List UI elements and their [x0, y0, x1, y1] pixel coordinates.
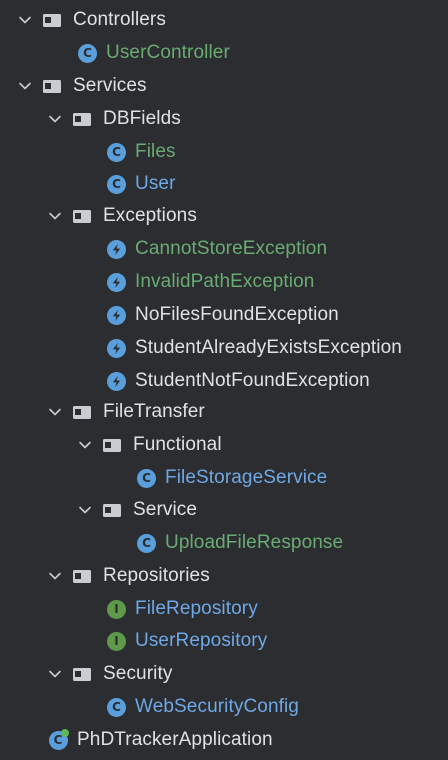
lightning-icon: [107, 371, 126, 391]
interface-icon: I: [107, 599, 126, 619]
tree-node-security[interactable]: Security: [44, 659, 172, 689]
folder-icon: [72, 565, 94, 587]
folder-icon: [72, 401, 94, 423]
lightning-icon: [107, 305, 126, 325]
tree-node-filetransfer[interactable]: FileTransfer: [44, 397, 205, 427]
tree-node-label: UserController: [106, 42, 230, 63]
class-icon: C: [107, 142, 126, 162]
class-icon: C: [137, 468, 156, 488]
lightning-icon: [107, 239, 126, 259]
tree-node-label: PhDTrackerApplication: [77, 729, 273, 750]
tree-node-filerepository[interactable]: I FileRepository: [107, 594, 258, 624]
tree-node-nofilesfoundexception[interactable]: NoFilesFoundException: [107, 300, 339, 330]
tree-node-invalidpathexception[interactable]: InvalidPathException: [107, 267, 314, 297]
tree-node-studentalreadyexistsexception[interactable]: StudentAlreadyExistsException: [107, 333, 402, 363]
folder-icon: [72, 663, 94, 685]
tree-node-service[interactable]: Service: [74, 495, 197, 525]
folder-icon: [72, 108, 94, 130]
tree-node-functional[interactable]: Functional: [74, 430, 222, 460]
tree-node-userrepository[interactable]: I UserRepository: [107, 626, 267, 656]
tree-node-uploadfileresponse[interactable]: C UploadFileResponse: [137, 528, 343, 558]
chevron-down-icon[interactable]: [44, 663, 66, 685]
tree-node-phdtrackerapplication[interactable]: C PhDTrackerApplication: [47, 725, 273, 755]
tree-node-label: Repositories: [103, 565, 210, 586]
tree-node-label: Functional: [133, 434, 222, 455]
chevron-down-icon[interactable]: [74, 434, 96, 456]
run-indicator-icon: [61, 729, 69, 737]
tree-node-services[interactable]: Services: [14, 71, 147, 101]
class-icon: C: [137, 533, 156, 553]
chevron-down-icon[interactable]: [44, 108, 66, 130]
folder-icon: [72, 205, 94, 227]
folder-icon: [42, 9, 64, 31]
lightning-icon: [107, 272, 126, 292]
tree-node-label: UploadFileResponse: [165, 532, 344, 553]
chevron-down-icon[interactable]: [44, 205, 66, 227]
tree-node-label: DBFields: [103, 108, 181, 129]
tree-node-label: Services: [73, 75, 147, 96]
tree-node-label: FileStorageService: [165, 467, 328, 488]
tree-node-studentnotfoundexception[interactable]: StudentNotFoundException: [107, 366, 370, 396]
tree-node-label: Controllers: [73, 9, 166, 30]
tree-node-exceptions[interactable]: Exceptions: [44, 201, 197, 231]
project-tree: Controllers C UserController Services DB…: [0, 0, 448, 760]
tree-node-label: UserRepository: [135, 630, 268, 651]
class-icon: C: [107, 697, 126, 717]
tree-node-label: Security: [103, 663, 173, 684]
tree-node-repositories[interactable]: Repositories: [44, 561, 210, 591]
tree-node-label: FileRepository: [135, 598, 258, 619]
chevron-down-icon[interactable]: [14, 9, 36, 31]
chevron-down-icon[interactable]: [44, 565, 66, 587]
class-icon: C: [78, 43, 97, 63]
lightning-icon: [107, 338, 126, 358]
tree-node-cannotstoreexception[interactable]: CannotStoreException: [107, 234, 327, 264]
tree-node-user[interactable]: C User: [107, 169, 176, 199]
tree-node-filestorageservice[interactable]: C FileStorageService: [137, 463, 327, 493]
chevron-down-icon[interactable]: [44, 401, 66, 423]
tree-node-dbfields[interactable]: DBFields: [44, 104, 181, 134]
tree-node-label: WebSecurityConfig: [135, 696, 299, 717]
tree-node-label: Exceptions: [103, 205, 197, 226]
tree-node-label: StudentAlreadyExistsException: [135, 337, 402, 358]
tree-node-label: User: [135, 173, 176, 194]
tree-node-websecurityconfig[interactable]: C WebSecurityConfig: [107, 692, 299, 722]
tree-node-label: Service: [133, 499, 198, 520]
folder-icon: [42, 75, 64, 97]
tree-node-label: CannotStoreException: [135, 238, 328, 259]
interface-icon: I: [107, 631, 126, 651]
tree-node-label: Files: [135, 141, 176, 162]
tree-node-files[interactable]: C Files: [107, 137, 176, 167]
tree-node-controllers[interactable]: Controllers: [14, 5, 166, 35]
tree-node-label: StudentNotFoundException: [135, 370, 370, 391]
tree-node-usercontroller[interactable]: C UserController: [78, 38, 230, 68]
tree-node-label: FileTransfer: [103, 401, 205, 422]
tree-node-label: InvalidPathException: [135, 271, 315, 292]
folder-icon: [102, 434, 124, 456]
tree-node-label: NoFilesFoundException: [135, 304, 339, 325]
chevron-down-icon[interactable]: [74, 499, 96, 521]
spring-boot-class-icon: C: [47, 729, 69, 751]
folder-icon: [102, 499, 124, 521]
chevron-down-icon[interactable]: [14, 75, 36, 97]
class-icon: C: [107, 174, 126, 194]
